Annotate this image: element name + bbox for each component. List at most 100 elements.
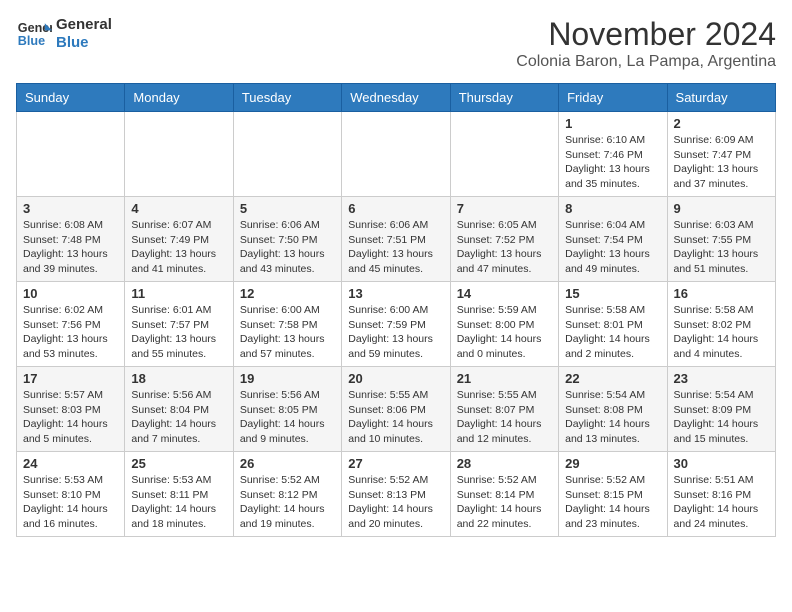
day-info: Sunrise: 6:00 AM Sunset: 7:59 PM Dayligh… [348, 303, 443, 362]
day-info: Sunrise: 5:52 AM Sunset: 8:13 PM Dayligh… [348, 473, 443, 532]
day-info: Sunrise: 6:02 AM Sunset: 7:56 PM Dayligh… [23, 303, 118, 362]
day-info: Sunrise: 6:01 AM Sunset: 7:57 PM Dayligh… [131, 303, 226, 362]
calendar-cell: 29 Sunrise: 5:52 AM Sunset: 8:15 PM Dayli… [559, 452, 667, 537]
day-number: 13 [348, 286, 443, 301]
week-row-3: 10 Sunrise: 6:02 AM Sunset: 7:56 PM Dayli… [17, 282, 776, 367]
day-number: 6 [348, 201, 443, 216]
day-info: Sunrise: 6:03 AM Sunset: 7:55 PM Dayligh… [674, 218, 769, 277]
day-number: 26 [240, 456, 335, 471]
day-number: 29 [565, 456, 660, 471]
day-info: Sunrise: 5:53 AM Sunset: 8:10 PM Dayligh… [23, 473, 118, 532]
calendar-cell: 23 Sunrise: 5:54 AM Sunset: 8:09 PM Dayli… [667, 367, 775, 452]
day-number: 1 [565, 116, 660, 131]
day-info: Sunrise: 5:52 AM Sunset: 8:12 PM Dayligh… [240, 473, 335, 532]
calendar-cell: 17 Sunrise: 5:57 AM Sunset: 8:03 PM Dayli… [17, 367, 125, 452]
calendar-cell: 11 Sunrise: 6:01 AM Sunset: 7:57 PM Dayli… [125, 282, 233, 367]
calendar-cell: 13 Sunrise: 6:00 AM Sunset: 7:59 PM Dayli… [342, 282, 450, 367]
day-number: 23 [674, 371, 769, 386]
day-info: Sunrise: 6:08 AM Sunset: 7:48 PM Dayligh… [23, 218, 118, 277]
day-info: Sunrise: 5:55 AM Sunset: 8:07 PM Dayligh… [457, 388, 552, 447]
logo-icon: General Blue [16, 16, 52, 52]
calendar: SundayMondayTuesdayWednesdayThursdayFrid… [16, 83, 776, 537]
weekday-header-wednesday: Wednesday [342, 84, 450, 112]
day-number: 7 [457, 201, 552, 216]
week-row-4: 17 Sunrise: 5:57 AM Sunset: 8:03 PM Dayli… [17, 367, 776, 452]
day-number: 9 [674, 201, 769, 216]
day-info: Sunrise: 6:00 AM Sunset: 7:58 PM Dayligh… [240, 303, 335, 362]
day-info: Sunrise: 6:05 AM Sunset: 7:52 PM Dayligh… [457, 218, 552, 277]
calendar-cell: 10 Sunrise: 6:02 AM Sunset: 7:56 PM Dayli… [17, 282, 125, 367]
day-info: Sunrise: 5:56 AM Sunset: 8:04 PM Dayligh… [131, 388, 226, 447]
page-header: General Blue General Blue November 2024 … [16, 16, 776, 71]
calendar-cell: 22Sunrise: 5:54 AM Sunset: 8:08 PM Dayli… [559, 367, 667, 452]
calendar-cell: 21 Sunrise: 5:55 AM Sunset: 8:07 PM Dayli… [450, 367, 558, 452]
day-number: 27 [348, 456, 443, 471]
day-number: 10 [23, 286, 118, 301]
day-number: 21 [457, 371, 552, 386]
calendar-cell: 14Sunrise: 5:59 AM Sunset: 8:00 PM Dayli… [450, 282, 558, 367]
day-info: Sunrise: 6:04 AM Sunset: 7:54 PM Dayligh… [565, 218, 660, 277]
calendar-cell: 4 Sunrise: 6:07 AM Sunset: 7:49 PM Daylig… [125, 197, 233, 282]
day-number: 18 [131, 371, 226, 386]
calendar-cell: 26 Sunrise: 5:52 AM Sunset: 8:12 PM Dayli… [233, 452, 341, 537]
day-info: Sunrise: 5:58 AM Sunset: 8:02 PM Dayligh… [674, 303, 769, 362]
weekday-header-row: SundayMondayTuesdayWednesdayThursdayFrid… [17, 84, 776, 112]
calendar-cell: 7 Sunrise: 6:05 AM Sunset: 7:52 PM Daylig… [450, 197, 558, 282]
calendar-cell: 27 Sunrise: 5:52 AM Sunset: 8:13 PM Dayli… [342, 452, 450, 537]
day-info: Sunrise: 5:52 AM Sunset: 8:15 PM Dayligh… [565, 473, 660, 532]
calendar-cell: 5Sunrise: 6:06 AM Sunset: 7:50 PM Daylig… [233, 197, 341, 282]
calendar-cell: 8 Sunrise: 6:04 AM Sunset: 7:54 PM Daylig… [559, 197, 667, 282]
day-number: 2 [674, 116, 769, 131]
day-info: Sunrise: 5:57 AM Sunset: 8:03 PM Dayligh… [23, 388, 118, 447]
day-info: Sunrise: 6:09 AM Sunset: 7:47 PM Dayligh… [674, 133, 769, 192]
logo-general: General [56, 16, 112, 33]
calendar-cell: 15Sunrise: 5:58 AM Sunset: 8:01 PM Dayli… [559, 282, 667, 367]
logo-blue: Blue [56, 34, 112, 52]
calendar-cell [450, 112, 558, 197]
calendar-cell [342, 112, 450, 197]
calendar-cell [233, 112, 341, 197]
calendar-cell: 28Sunrise: 5:52 AM Sunset: 8:14 PM Dayli… [450, 452, 558, 537]
location: Colonia Baron, La Pampa, Argentina [516, 53, 776, 71]
day-number: 16 [674, 286, 769, 301]
day-info: Sunrise: 6:10 AM Sunset: 7:46 PM Dayligh… [565, 133, 660, 192]
week-row-5: 24 Sunrise: 5:53 AM Sunset: 8:10 PM Dayli… [17, 452, 776, 537]
day-number: 3 [23, 201, 118, 216]
weekday-header-thursday: Thursday [450, 84, 558, 112]
day-info: Sunrise: 5:54 AM Sunset: 8:09 PM Dayligh… [674, 388, 769, 447]
calendar-cell: 30Sunrise: 5:51 AM Sunset: 8:16 PM Dayli… [667, 452, 775, 537]
day-info: Sunrise: 6:06 AM Sunset: 7:51 PM Dayligh… [348, 218, 443, 277]
calendar-cell: 3 Sunrise: 6:08 AM Sunset: 7:48 PM Daylig… [17, 197, 125, 282]
week-row-2: 3 Sunrise: 6:08 AM Sunset: 7:48 PM Daylig… [17, 197, 776, 282]
day-number: 15 [565, 286, 660, 301]
calendar-cell [125, 112, 233, 197]
day-number: 20 [348, 371, 443, 386]
day-info: Sunrise: 5:53 AM Sunset: 8:11 PM Dayligh… [131, 473, 226, 532]
day-number: 25 [131, 456, 226, 471]
weekday-header-monday: Monday [125, 84, 233, 112]
calendar-cell [17, 112, 125, 197]
calendar-cell: 19 Sunrise: 5:56 AM Sunset: 8:05 PM Dayli… [233, 367, 341, 452]
day-info: Sunrise: 5:51 AM Sunset: 8:16 PM Dayligh… [674, 473, 769, 532]
day-number: 4 [131, 201, 226, 216]
calendar-cell: 9 Sunrise: 6:03 AM Sunset: 7:55 PM Daylig… [667, 197, 775, 282]
day-number: 14 [457, 286, 552, 301]
logo: General Blue General Blue [16, 16, 112, 52]
day-number: 24 [23, 456, 118, 471]
title-block: November 2024 Colonia Baron, La Pampa, A… [516, 16, 776, 71]
day-number: 8 [565, 201, 660, 216]
day-number: 19 [240, 371, 335, 386]
weekday-header-friday: Friday [559, 84, 667, 112]
day-info: Sunrise: 5:56 AM Sunset: 8:05 PM Dayligh… [240, 388, 335, 447]
day-info: Sunrise: 6:06 AM Sunset: 7:50 PM Dayligh… [240, 218, 335, 277]
calendar-cell: 1 Sunrise: 6:10 AM Sunset: 7:46 PM Daylig… [559, 112, 667, 197]
calendar-cell: 24 Sunrise: 5:53 AM Sunset: 8:10 PM Dayli… [17, 452, 125, 537]
calendar-cell: 25 Sunrise: 5:53 AM Sunset: 8:11 PM Dayli… [125, 452, 233, 537]
day-info: Sunrise: 6:07 AM Sunset: 7:49 PM Dayligh… [131, 218, 226, 277]
day-info: Sunrise: 5:54 AM Sunset: 8:08 PM Dayligh… [565, 388, 660, 447]
day-number: 17 [23, 371, 118, 386]
calendar-cell: 12Sunrise: 6:00 AM Sunset: 7:58 PM Dayli… [233, 282, 341, 367]
day-number: 11 [131, 286, 226, 301]
svg-text:Blue: Blue [18, 34, 45, 48]
day-info: Sunrise: 5:52 AM Sunset: 8:14 PM Dayligh… [457, 473, 552, 532]
